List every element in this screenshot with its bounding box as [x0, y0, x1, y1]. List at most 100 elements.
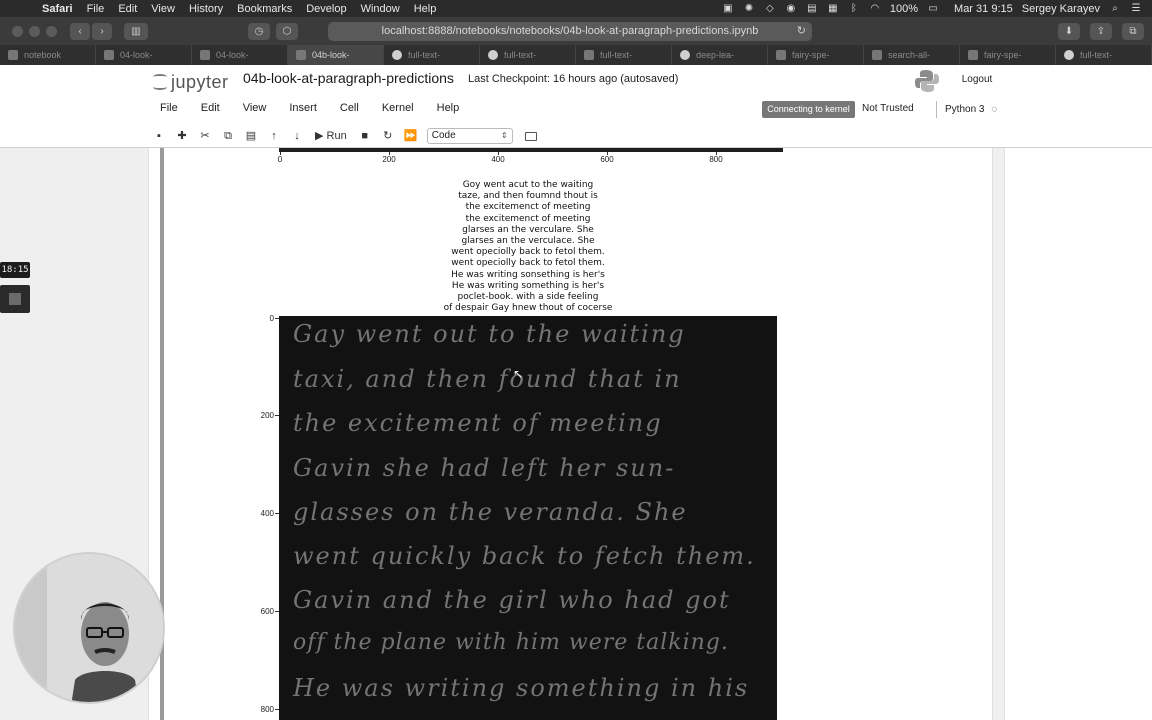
github-icon: [680, 50, 690, 60]
reload-icon[interactable]: ↻: [797, 22, 806, 41]
window-zoom-icon[interactable]: [46, 26, 57, 37]
menubar-clock[interactable]: Mar 31 9:15: [954, 3, 1013, 15]
address-bar[interactable]: localhost:8888/notebooks/notebooks/04b-l…: [328, 22, 812, 41]
tab-label: deep-lea-: [696, 50, 735, 60]
window-minimize-icon[interactable]: [29, 26, 40, 37]
back-button[interactable]: ‹: [70, 23, 90, 40]
menu-app-name[interactable]: Safari: [42, 3, 73, 15]
x-tick-label: 600: [600, 155, 614, 164]
tab-label: fairy-spe-: [792, 50, 830, 60]
restart-run-all-icon[interactable]: ⏩: [402, 128, 420, 144]
wifi-icon[interactable]: ◠: [869, 3, 881, 14]
y-tick-label: 400: [260, 509, 274, 518]
menu-help[interactable]: Help: [414, 3, 437, 15]
sidebar-toggle-icon[interactable]: ▥: [124, 23, 148, 40]
jp-menu-cell[interactable]: Cell: [340, 102, 359, 114]
menu-window[interactable]: Window: [361, 3, 400, 15]
run-button[interactable]: ▶ Run: [311, 128, 351, 144]
user-circle-icon[interactable]: ◉: [785, 3, 797, 14]
jp-menu-help[interactable]: Help: [437, 102, 460, 114]
copy-icon[interactable]: ⧉: [219, 128, 237, 144]
handwriting-line: off the plane with him were talking.: [293, 630, 729, 655]
menu-history[interactable]: History: [189, 3, 223, 15]
logout-button[interactable]: Logout: [951, 70, 1003, 90]
tab-favicon-icon: [776, 50, 786, 60]
jupyter-logo[interactable]: jupyter: [152, 69, 229, 95]
browser-tab[interactable]: notebook: [0, 45, 96, 65]
keyboard-icon[interactable]: ▦: [827, 3, 839, 14]
insert-cell-icon[interactable]: ✚: [173, 128, 191, 144]
tab-label: full-text-: [408, 50, 441, 60]
tab-label: full-text-: [600, 50, 633, 60]
bluetooth-icon[interactable]: ᛒ: [848, 3, 860, 14]
prediction-line: glarses an the verculare. She: [462, 224, 594, 235]
notebook-area[interactable]: 0 200 400 600 800 Goy went acut to the w…: [0, 148, 1152, 720]
display-icon[interactable]: ▤: [806, 3, 818, 14]
tab-overview-icon[interactable]: ⧉: [1122, 23, 1144, 40]
menu-bookmarks[interactable]: Bookmarks: [237, 3, 292, 15]
browser-tab[interactable]: deep-lea-: [672, 45, 768, 65]
y-tick-label: 800: [260, 705, 274, 714]
jp-menu-insert[interactable]: Insert: [289, 102, 317, 114]
mouse-cursor-icon: ↖: [513, 367, 524, 381]
browser-tab[interactable]: full-text-: [480, 45, 576, 65]
kernel-indicator: Python 3 ◌: [936, 101, 997, 118]
jp-menu-file[interactable]: File: [160, 102, 178, 114]
kernel-status-badge: Connecting to kernel: [762, 101, 855, 118]
handwriting-line: the excitement of meeting: [293, 409, 663, 437]
browser-tab[interactable]: search-all-: [864, 45, 960, 65]
battery-percent[interactable]: 100%: [890, 3, 918, 15]
tab-label: fairy-spe-: [984, 50, 1022, 60]
browser-tab-active[interactable]: 04b-look-: [288, 45, 384, 65]
menu-develop[interactable]: Develop: [306, 3, 346, 15]
prediction-line: He was writing sonsething is her's: [451, 269, 605, 280]
browser-tab[interactable]: 04-look-: [192, 45, 288, 65]
move-down-icon[interactable]: ↓: [288, 128, 306, 144]
prediction-line: went opecioll​y back to fetol them.: [451, 258, 605, 269]
save-icon[interactable]: ▪: [150, 128, 168, 144]
handwriting-line: Gavin she had left her sun-: [293, 454, 676, 482]
menu-file[interactable]: File: [87, 3, 105, 15]
paste-icon[interactable]: ▤: [242, 128, 260, 144]
browser-tab[interactable]: full-text-: [1056, 45, 1152, 65]
handwriting-line: He was writing something in his: [293, 674, 750, 702]
command-palette-icon[interactable]: [524, 131, 537, 141]
cut-icon[interactable]: ✂: [196, 128, 214, 144]
jp-menu-kernel[interactable]: Kernel: [382, 102, 414, 114]
browser-tab[interactable]: full-text-: [384, 45, 480, 65]
menu-view[interactable]: View: [151, 3, 175, 15]
stop-icon: [9, 293, 21, 305]
extensions-icon[interactable]: ⬡: [276, 23, 298, 40]
trusted-indicator[interactable]: Not Trusted: [862, 103, 914, 114]
menubar-user[interactable]: Sergey Karayev: [1022, 3, 1100, 15]
spotlight-search-icon[interactable]: ⌕: [1109, 3, 1121, 14]
move-up-icon[interactable]: ↑: [265, 128, 283, 144]
notification-center-icon[interactable]: ☰: [1130, 3, 1142, 14]
downloads-icon[interactable]: ⬇: [1058, 23, 1080, 40]
tab-favicon-icon: [200, 50, 210, 60]
browser-tab[interactable]: full-text-: [576, 45, 672, 65]
notebook-title[interactable]: 04b-look-at-paragraph-predictions: [243, 70, 454, 86]
browser-tab[interactable]: fairy-spe-: [960, 45, 1056, 65]
window-close-icon[interactable]: [12, 26, 23, 37]
dropbox-icon[interactable]: ◇: [764, 3, 776, 14]
cell-type-select[interactable]: Code ⇕: [426, 128, 513, 144]
share-icon[interactable]: ⇪: [1090, 23, 1112, 40]
restart-icon[interactable]: ↻: [379, 128, 397, 144]
browser-tab[interactable]: fairy-spe-: [768, 45, 864, 65]
forward-button[interactable]: ›: [92, 23, 112, 40]
battery-icon[interactable]: ▭: [927, 3, 939, 14]
menu-edit[interactable]: Edit: [118, 3, 137, 15]
settings-gear-icon[interactable]: ✺: [743, 3, 755, 14]
interrupt-icon[interactable]: ■: [356, 128, 374, 144]
jp-menu-view[interactable]: View: [243, 102, 267, 114]
mac-menubar: Safari File Edit View History Bookmarks …: [0, 0, 1152, 17]
python-logo-icon: [915, 70, 939, 92]
recording-stop-button[interactable]: [0, 285, 30, 313]
status-app-icon[interactable]: ▣: [722, 3, 734, 14]
handwriting-line: taxi, and then found that in: [293, 365, 682, 393]
select-arrows-icon: ⇕: [501, 131, 508, 140]
browser-tab[interactable]: 04-look-: [96, 45, 192, 65]
jp-menu-edit[interactable]: Edit: [201, 102, 220, 114]
history-icon[interactable]: ◷: [248, 23, 270, 40]
